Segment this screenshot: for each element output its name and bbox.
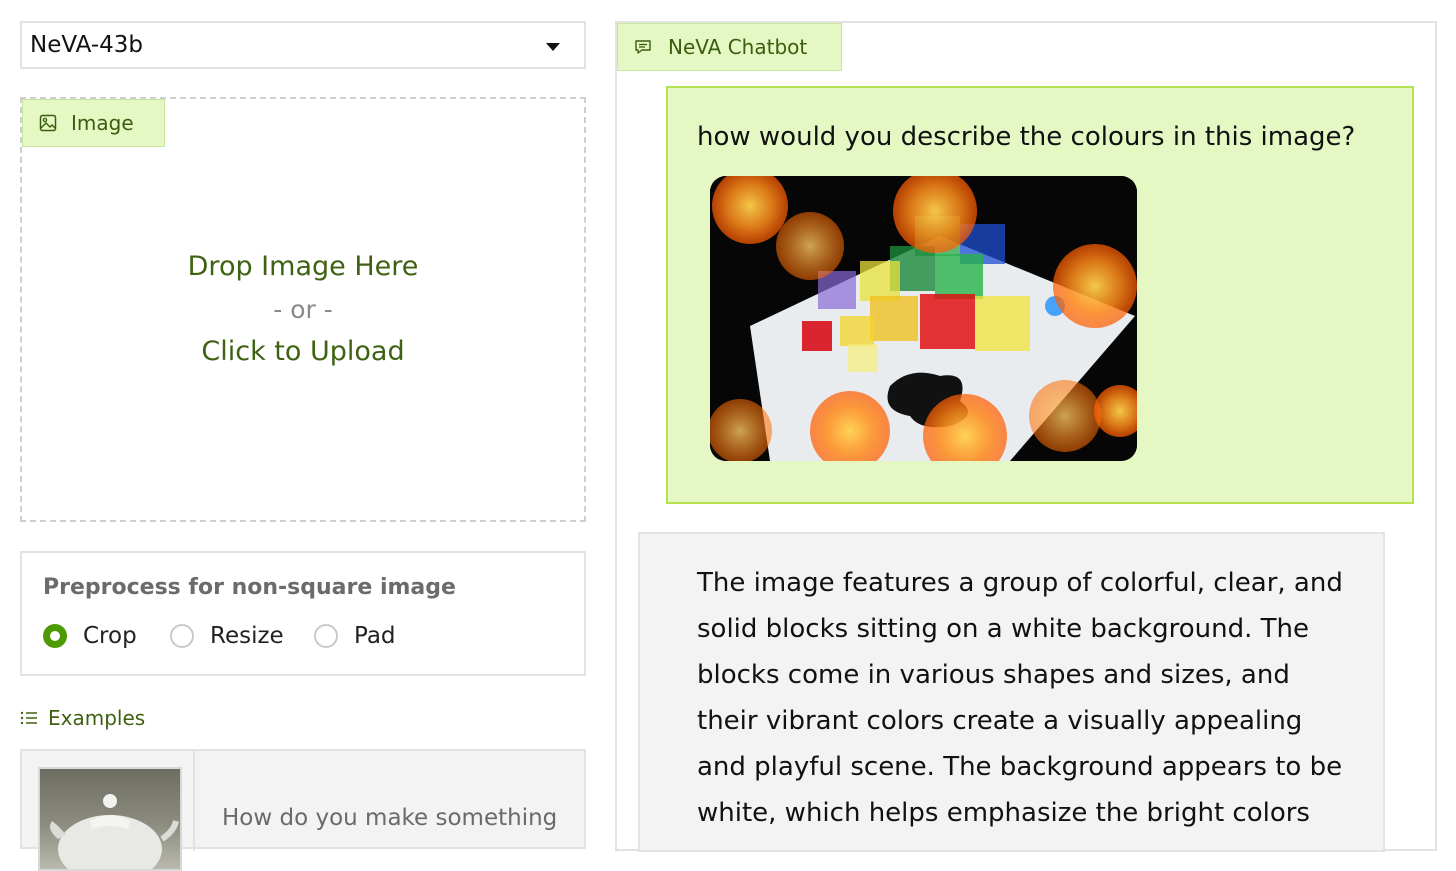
user-message: how would you describe the colours in th… (666, 86, 1414, 504)
or-separator: - or - (273, 295, 333, 324)
drop-image-text[interactable]: Drop Image Here (22, 251, 584, 282)
colorful-blocks-image (710, 176, 1137, 461)
example-prompt[interactable]: How do you make something (222, 805, 557, 831)
example-row[interactable]: How do you make something (20, 749, 586, 871)
user-message-text: how would you describe the colours in th… (697, 122, 1356, 152)
preprocess-title: Preprocess for non-square image (43, 575, 456, 600)
radio-crop-label: Crop (83, 623, 137, 649)
chevron-down-icon[interactable] (546, 43, 560, 51)
image-icon (39, 114, 57, 132)
user-message-image[interactable] (710, 176, 1137, 461)
image-label: Image (22, 99, 165, 147)
bot-message-line: and playful scene. The background appear… (697, 752, 1343, 782)
radio-pad-circle[interactable] (314, 624, 338, 648)
list-icon (20, 711, 37, 725)
bot-message-line: white, which helps emphasize the bright … (697, 798, 1310, 828)
click-to-upload-text[interactable]: Click to Upload (22, 336, 584, 367)
radio-pad-label: Pad (354, 623, 396, 649)
bot-message-line: The image features a group of colorful, … (697, 568, 1343, 598)
model-dropdown-value: NeVA-43b (30, 32, 144, 58)
preprocess-panel: Preprocess for non-square image Crop Res… (20, 551, 586, 676)
radio-resize[interactable]: Resize (170, 623, 284, 649)
chatbot-label: NeVA Chatbot (617, 23, 842, 71)
examples-label: Examples (20, 706, 145, 730)
example-thumbnail[interactable] (38, 767, 182, 871)
radio-crop-circle[interactable] (43, 624, 67, 648)
image-label-text: Image (71, 111, 134, 135)
bot-message: The image features a group of colorful, … (638, 532, 1385, 852)
teapot-image (50, 794, 179, 869)
radio-resize-circle[interactable] (170, 624, 194, 648)
radio-crop[interactable]: Crop (43, 623, 137, 649)
bot-message-line: blocks come in various shapes and sizes,… (697, 660, 1290, 690)
chatbot-label-text: NeVA Chatbot (668, 35, 808, 59)
bot-message-line: solid blocks sitting on a white backgrou… (697, 614, 1310, 644)
image-upload-area[interactable]: Image Drop Image Here - or - Click to Up… (20, 97, 586, 522)
radio-resize-label: Resize (210, 623, 284, 649)
bot-message-line: their vibrant colors create a visually a… (697, 706, 1303, 736)
radio-pad[interactable]: Pad (314, 623, 396, 649)
model-dropdown[interactable]: NeVA-43b (20, 21, 586, 69)
example-divider (193, 751, 195, 851)
chat-icon (635, 40, 651, 54)
examples-label-text: Examples (48, 706, 146, 730)
